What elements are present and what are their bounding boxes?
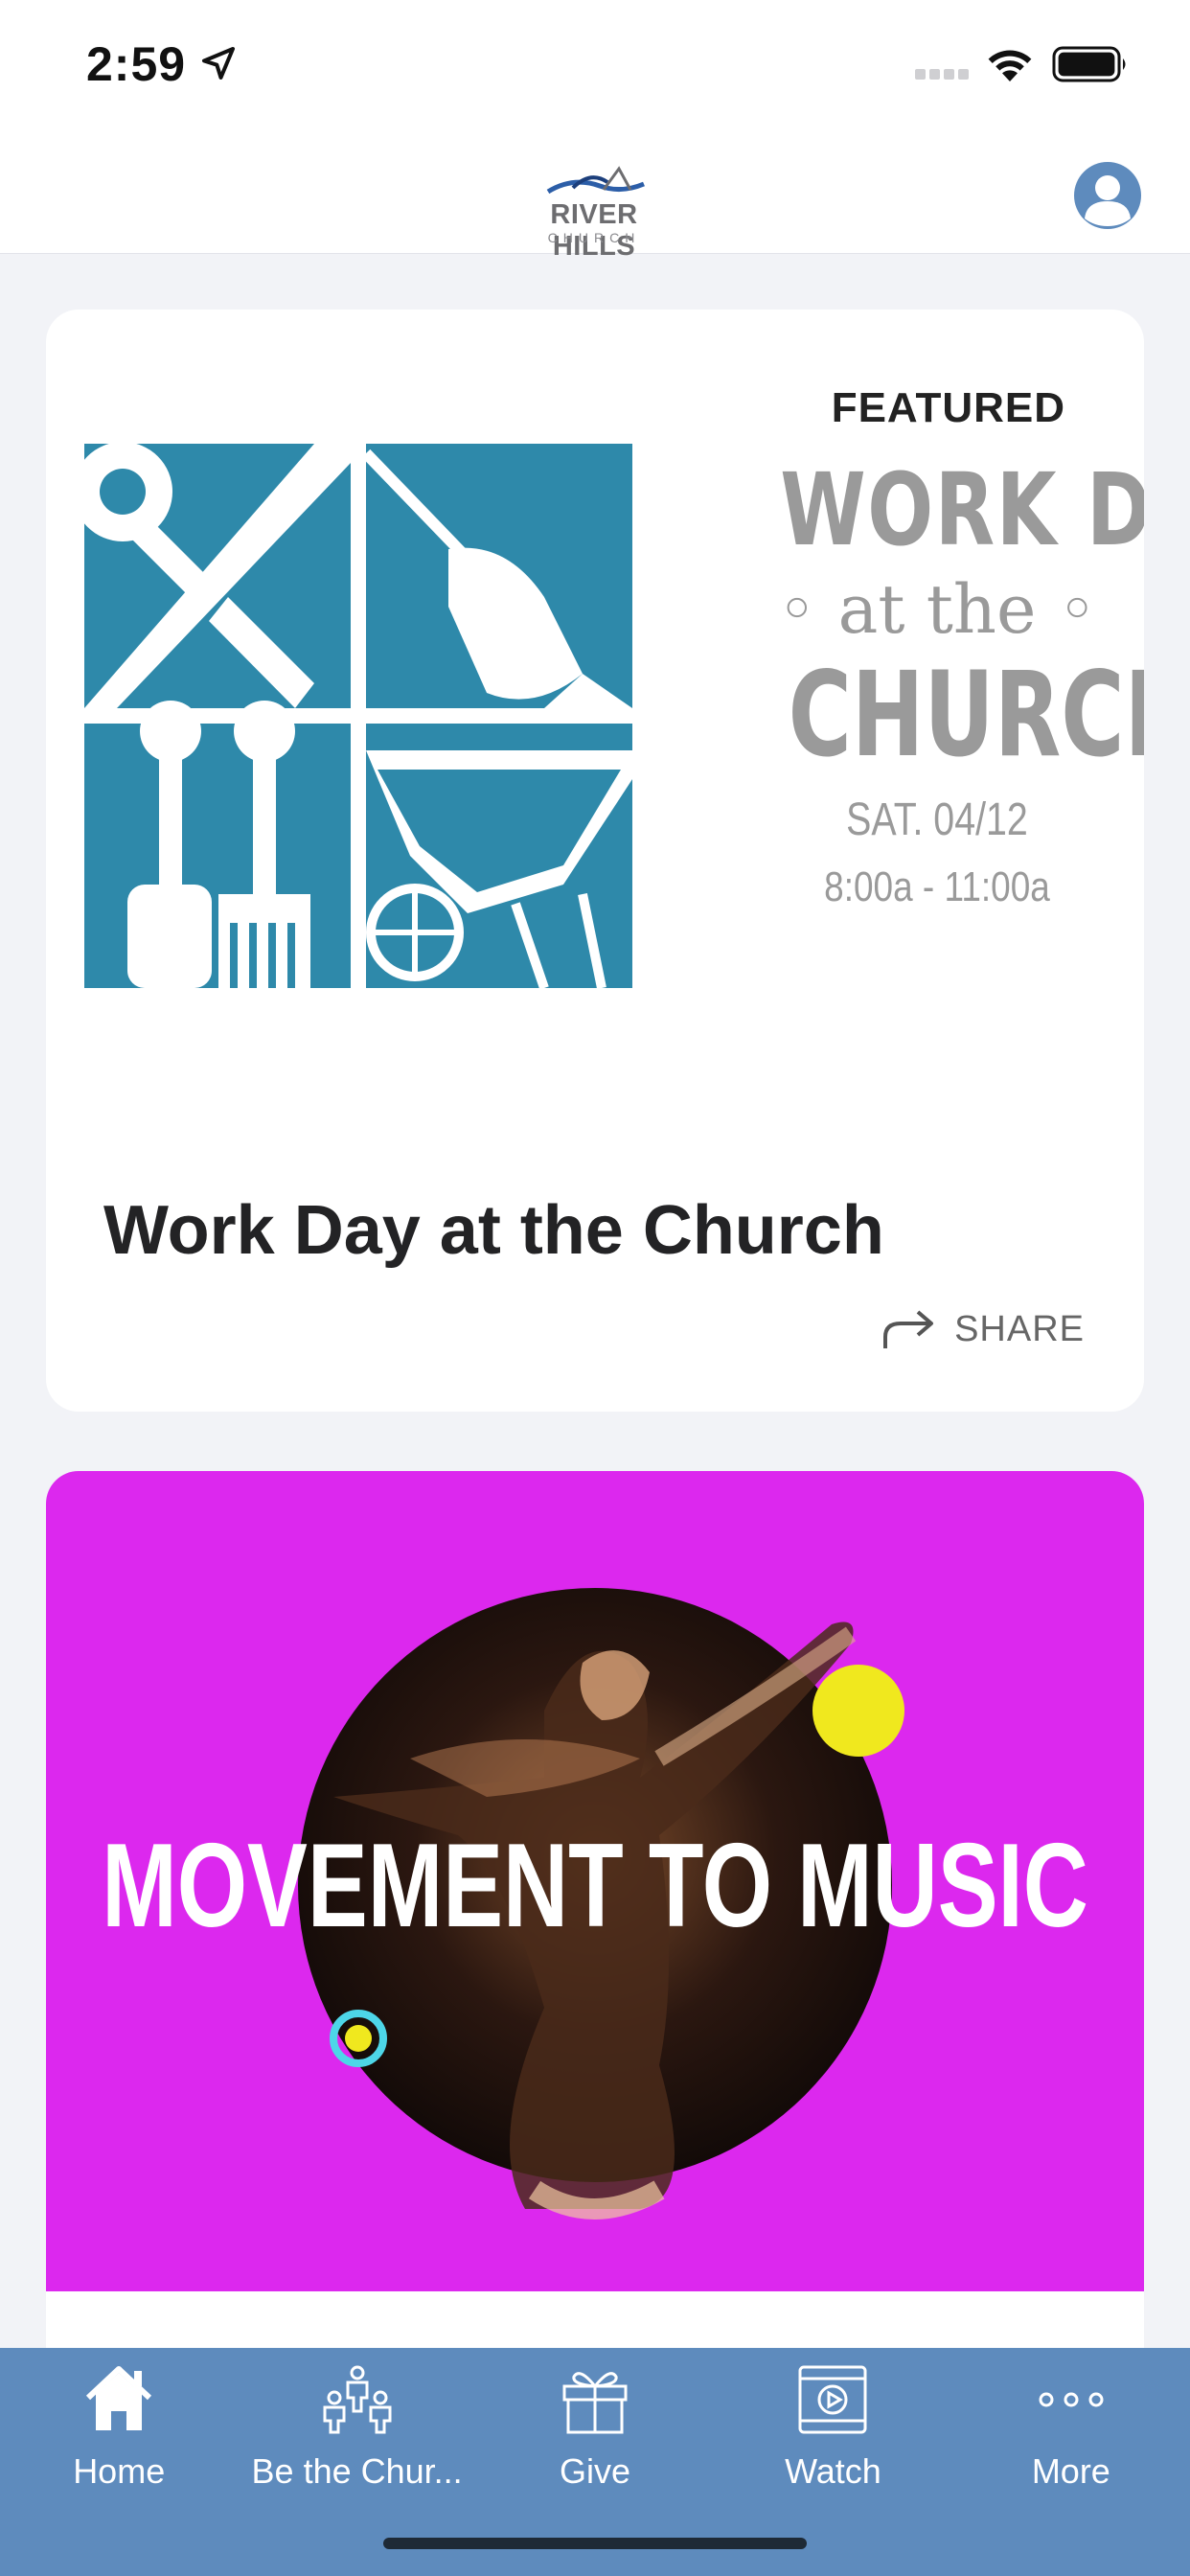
logo-subtitle: CHURCH <box>547 230 641 245</box>
home-icon <box>86 2366 152 2430</box>
cellular-signal-icon <box>915 69 969 80</box>
river-hills-logo[interactable]: RIVER HILLS CHURCH <box>508 144 680 262</box>
image-text-line: ◦ at the ◦ <box>777 570 1097 649</box>
tab-label: Watch <box>785 2451 881 2491</box>
image-text-line: CHURCH <box>788 647 1144 783</box>
share-label: SHARE <box>954 1308 1085 1349</box>
wifi-icon <box>988 50 1032 81</box>
share-button[interactable]: SHARE <box>881 1308 1085 1350</box>
video-icon <box>798 2365 867 2434</box>
home-indicator[interactable] <box>383 2538 807 2549</box>
image-text-line: 8:00a - 11:00a <box>824 863 1050 910</box>
gift-icon <box>562 2372 628 2434</box>
logo-wave-icon <box>546 166 645 195</box>
tab-label: Be the Chur... <box>251 2451 463 2491</box>
movement-to-music-card[interactable]: MOVEMENT TO MUSIC <box>46 1471 1144 2429</box>
tab-home[interactable]: Home <box>0 2348 238 2576</box>
tools-graphic <box>84 444 632 988</box>
user-circle-icon[interactable] <box>1073 161 1142 230</box>
dancer-graphic: MOVEMENT TO MUSIC <box>102 1588 1088 2220</box>
status-bar: 2:59 <box>0 0 1190 125</box>
battery-icon <box>1052 46 1126 82</box>
movement-to-music-image: MOVEMENT TO MUSIC <box>46 1471 1144 2291</box>
people-icon <box>323 2365 392 2434</box>
location-arrow-icon <box>202 47 235 80</box>
tab-label: Home <box>73 2451 166 2491</box>
more-dots-icon <box>1039 2392 1104 2407</box>
tab-label: Give <box>560 2451 631 2491</box>
app-header: RIVER HILLS CHURCH <box>0 125 1190 262</box>
status-time: 2:59 <box>86 37 187 91</box>
work-day-event-image: WORK DAY ◦ at the ◦ CHURCH SAT. 04/12 8:… <box>84 444 1144 988</box>
work-day-text: WORK DAY ◦ at the ◦ CHURCH SAT. 04/12 8:… <box>736 444 1144 921</box>
tab-more[interactable]: More <box>952 2348 1190 2576</box>
music-image-title: MOVEMENT TO MUSIC <box>102 1820 1088 1952</box>
tab-label: More <box>1031 2451 1110 2491</box>
image-text-line: SAT. 04/12 <box>846 794 1028 845</box>
image-text-line: WORK DAY <box>780 451 1144 568</box>
event-title[interactable]: Work Day at the Church <box>103 1191 884 1270</box>
share-arrow-icon <box>883 1310 934 1348</box>
featured-label: FEATURED <box>831 384 1065 431</box>
featured-event-card[interactable]: FEATURED WORK ◦ at the ◦ CHURC SAT. 04/1… <box>46 310 1144 1412</box>
